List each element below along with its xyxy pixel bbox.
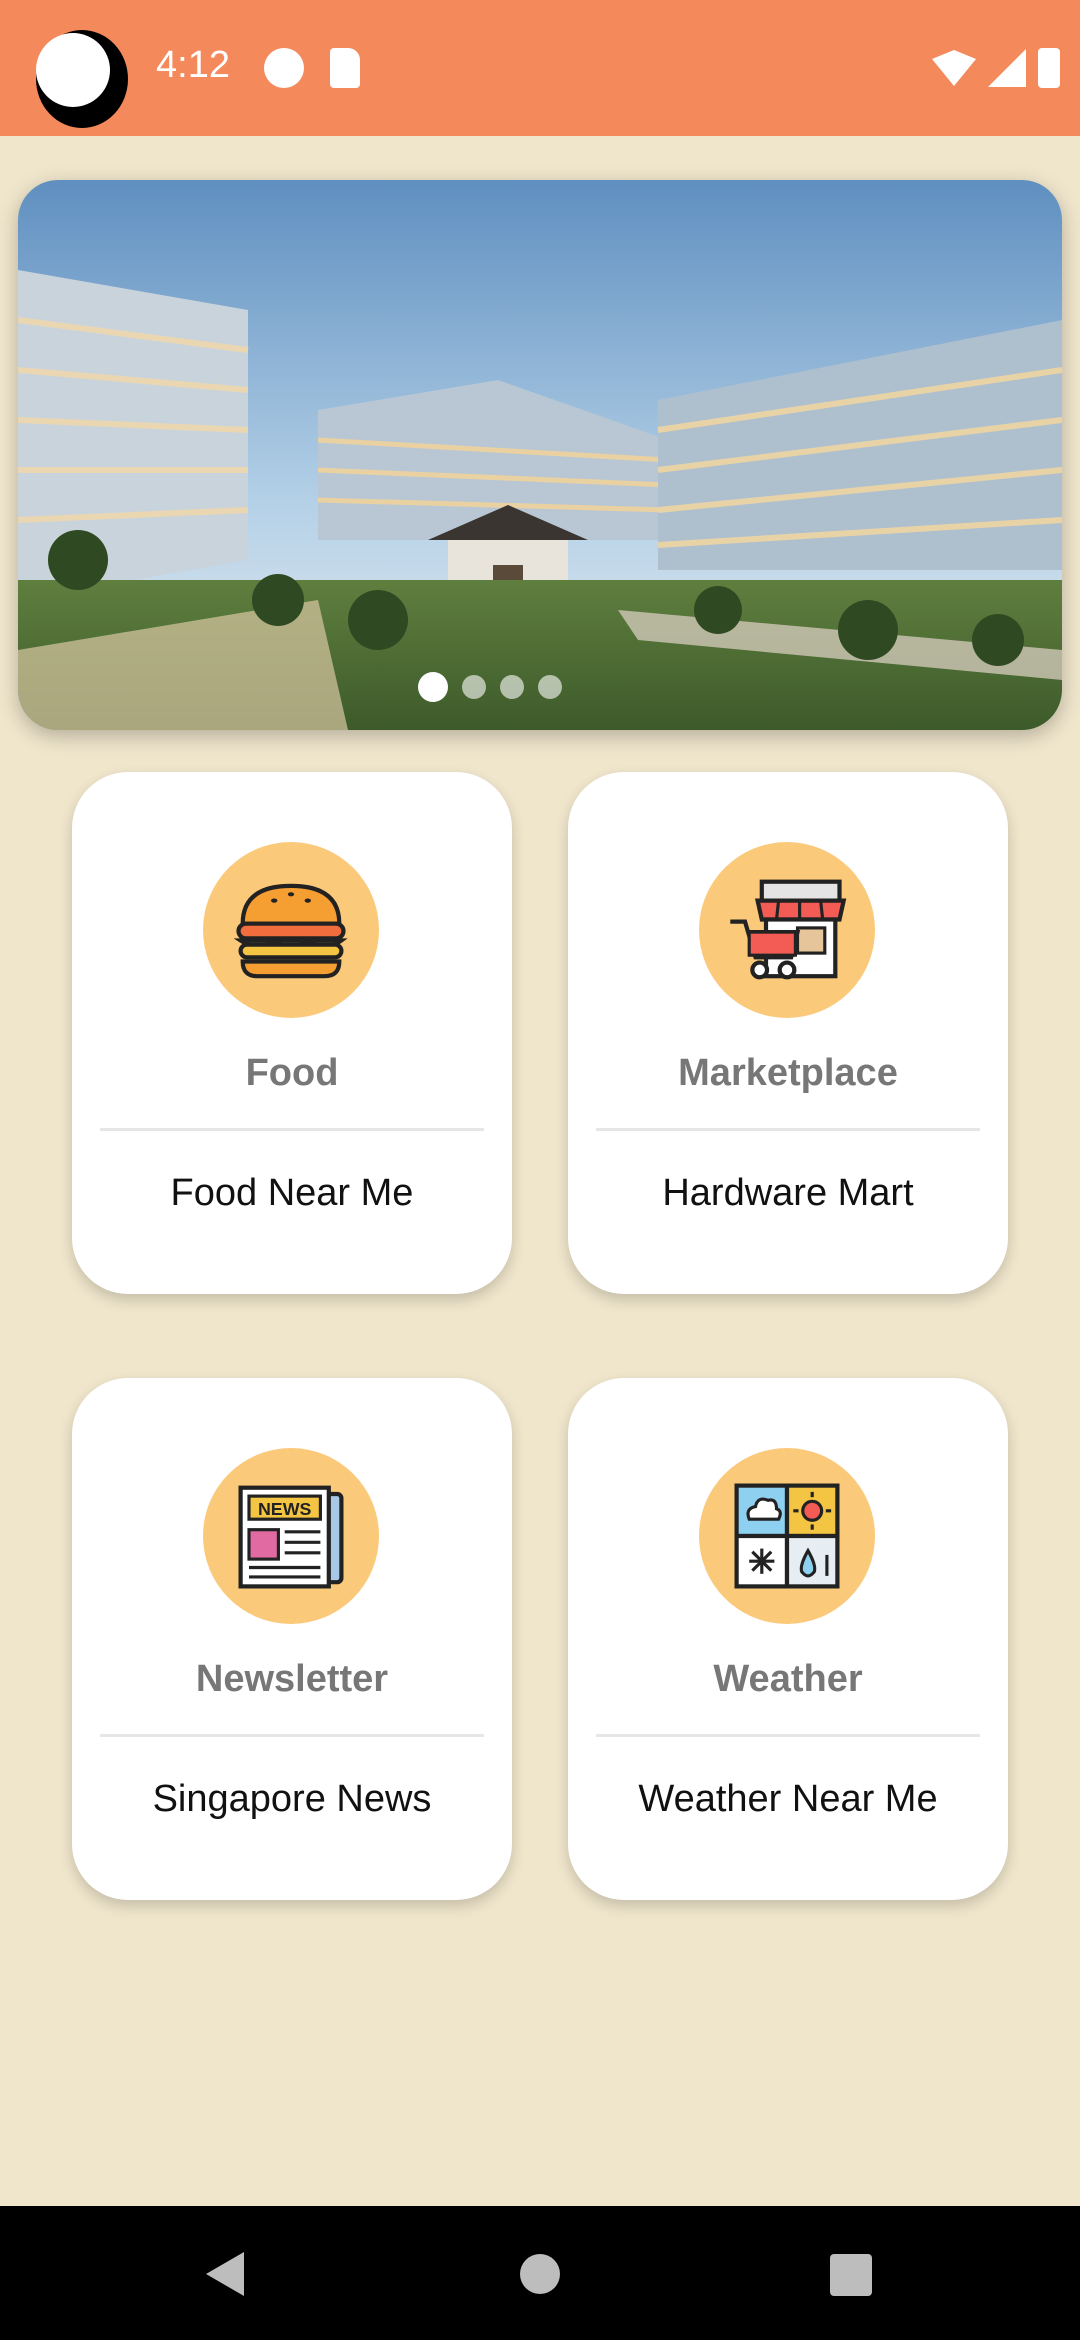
card-subtitle: Weather Near Me <box>638 1778 938 1820</box>
card-subtitle: Hardware Mart <box>662 1172 914 1214</box>
camera-lens <box>36 33 110 107</box>
status-time: 4:12 <box>156 44 230 86</box>
food-icon-circle <box>203 842 379 1018</box>
card-title: Weather <box>713 1658 863 1700</box>
card-divider <box>596 1734 980 1737</box>
card-food[interactable]: Food Food Near Me <box>72 772 512 1294</box>
carousel-dot-1[interactable] <box>418 672 448 702</box>
svg-text:NEWS: NEWS <box>258 1499 312 1519</box>
home-icon[interactable] <box>520 2254 560 2294</box>
battery-icon <box>1038 48 1060 88</box>
card-title: Food <box>245 1052 339 1094</box>
carousel-dot-2[interactable] <box>462 675 486 699</box>
carousel-dots <box>18 672 1062 702</box>
card-title: Newsletter <box>195 1658 389 1700</box>
carousel-dot-3[interactable] <box>500 675 524 699</box>
card-newsletter[interactable]: NEWS Newsletter Singapore News <box>72 1378 512 1900</box>
card-subtitle: Food Near Me <box>170 1172 414 1214</box>
recents-icon[interactable] <box>830 2254 872 2296</box>
card-title: Marketplace <box>678 1052 898 1094</box>
signal-icon <box>988 49 1026 87</box>
card-weather[interactable]: Weather Weather Near Me <box>568 1378 1008 1900</box>
navigation-bar <box>0 2206 1080 2340</box>
sd-card-icon <box>330 48 360 88</box>
card-divider <box>596 1128 980 1131</box>
card-marketplace[interactable]: Marketplace Hardware Mart <box>568 772 1008 1294</box>
media-icon <box>264 48 304 88</box>
carousel-dot-4[interactable] <box>538 675 562 699</box>
card-divider <box>100 1734 484 1737</box>
card-divider <box>100 1128 484 1131</box>
status-bar: 4:12 <box>0 0 1080 136</box>
card-subtitle: Singapore News <box>152 1778 432 1820</box>
marketplace-icon-circle <box>699 842 875 1018</box>
newspaper-icon: NEWS <box>238 1485 344 1589</box>
weather-icon-circle <box>699 1448 875 1624</box>
back-icon[interactable] <box>206 2252 244 2296</box>
newsletter-icon-circle: NEWS <box>203 1448 379 1624</box>
market-stall-icon <box>730 879 847 980</box>
burger-icon <box>233 883 348 979</box>
image-carousel[interactable] <box>18 180 1062 730</box>
campus-buildings-photo <box>18 180 1062 730</box>
weather-grid-icon <box>734 1483 840 1589</box>
wifi-icon <box>932 50 976 86</box>
